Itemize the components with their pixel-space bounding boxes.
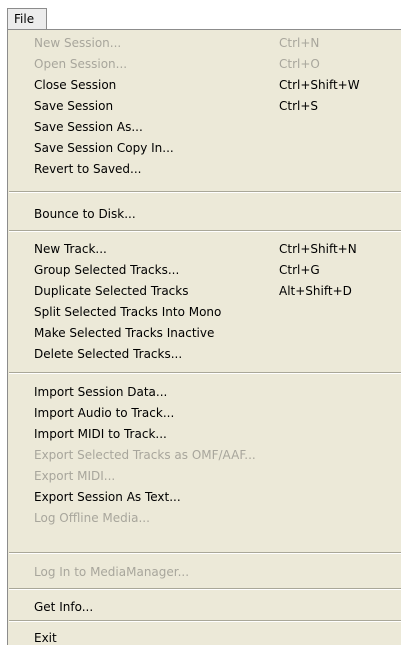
menu-item-label: New Session... <box>34 36 122 50</box>
menu-item-shortcut: Ctrl+N <box>279 36 320 50</box>
menu-item-label: Save Session <box>34 99 114 113</box>
menu-item-export-session-as-text[interactable]: Export Session As Text... <box>8 487 401 508</box>
menu-separator <box>9 230 401 232</box>
menu-item-revert-to-saved[interactable]: Revert to Saved... <box>8 159 401 180</box>
menu-bar: File <box>0 0 401 30</box>
menu-item-open-session[interactable]: Open Session... Ctrl+O <box>8 54 401 75</box>
menu-separator <box>9 552 401 554</box>
menu-item-shortcut: Ctrl+S <box>279 99 319 113</box>
menu-item-shortcut: Ctrl+O <box>279 57 320 71</box>
menu-separator <box>9 588 401 590</box>
menu-item-export-midi[interactable]: Export MIDI... <box>8 466 401 487</box>
menu-item-label: New Track... <box>34 242 107 256</box>
menu-item-shortcut: Ctrl+Shift+N <box>279 242 357 256</box>
menu-item-label: Close Session <box>34 78 117 92</box>
menu-item-label: Import Audio to Track... <box>34 406 175 420</box>
menu-item-shortcut: Ctrl+Shift+W <box>279 78 360 92</box>
menu-item-label: Make Selected Tracks Inactive <box>34 326 215 340</box>
menu-item-label: Log Offline Media... <box>34 511 150 525</box>
menu-item-label: Split Selected Tracks Into Mono <box>34 305 222 319</box>
menu-separator <box>9 372 401 374</box>
menu-item-split-selected-tracks-into-mono[interactable]: Split Selected Tracks Into Mono <box>8 302 401 323</box>
menu-item-save-session[interactable]: Save Session Ctrl+S <box>8 96 401 117</box>
menu-item-get-info[interactable]: Get Info... <box>8 597 401 618</box>
menu-item-save-session-as[interactable]: Save Session As... <box>8 117 401 138</box>
menu-item-label: Bounce to Disk... <box>34 207 136 221</box>
menu-item-label: Delete Selected Tracks... <box>34 347 183 361</box>
menu-item-label: Get Info... <box>34 600 94 614</box>
file-menu-dropdown: New Session... Ctrl+N Open Session... Ct… <box>7 29 401 645</box>
menu-item-label: Export MIDI... <box>34 469 116 483</box>
menu-item-new-track[interactable]: New Track... Ctrl+Shift+N <box>8 239 401 260</box>
menu-item-label: Exit <box>34 631 57 645</box>
menu-item-exit[interactable]: Exit <box>8 628 401 645</box>
menu-item-make-selected-tracks-inactive[interactable]: Make Selected Tracks Inactive <box>8 323 401 344</box>
menu-item-bounce-to-disk[interactable]: Bounce to Disk... <box>8 204 401 225</box>
menu-item-import-audio-to-track[interactable]: Import Audio to Track... <box>8 403 401 424</box>
menu-item-label: Import Session Data... <box>34 385 168 399</box>
menu-item-duplicate-selected-tracks[interactable]: Duplicate Selected Tracks Alt+Shift+D <box>8 281 401 302</box>
menu-item-save-session-copy-in[interactable]: Save Session Copy In... <box>8 138 401 159</box>
menu-item-label: Open Session... <box>34 57 128 71</box>
menu-item-shortcut: Ctrl+G <box>279 263 320 277</box>
menu-item-label: Duplicate Selected Tracks <box>34 284 189 298</box>
menu-item-label: Save Session As... <box>34 120 143 134</box>
file-menu-title[interactable]: File <box>7 8 47 30</box>
menu-item-label: Import MIDI to Track... <box>34 427 167 441</box>
menu-item-group-selected-tracks[interactable]: Group Selected Tracks... Ctrl+G <box>8 260 401 281</box>
menu-item-delete-selected-tracks[interactable]: Delete Selected Tracks... <box>8 344 401 365</box>
menu-separator <box>9 191 401 193</box>
menu-item-label: Revert to Saved... <box>34 162 142 176</box>
menu-item-log-in-to-mediamanager[interactable]: Log In to MediaManager... <box>8 562 401 583</box>
menu-item-import-midi-to-track[interactable]: Import MIDI to Track... <box>8 424 401 445</box>
menu-item-new-session[interactable]: New Session... Ctrl+N <box>8 33 401 54</box>
menu-item-export-selected-tracks-omf-aaf[interactable]: Export Selected Tracks as OMF/AAF... <box>8 445 401 466</box>
menu-item-label: Export Selected Tracks as OMF/AAF... <box>34 448 256 462</box>
menu-separator <box>9 620 401 622</box>
menu-item-label: Group Selected Tracks... <box>34 263 180 277</box>
menu-item-import-session-data[interactable]: Import Session Data... <box>8 382 401 403</box>
menu-item-label: Log In to MediaManager... <box>34 565 190 579</box>
menu-item-close-session[interactable]: Close Session Ctrl+Shift+W <box>8 75 401 96</box>
menu-item-label: Export Session As Text... <box>34 490 181 504</box>
menu-item-log-offline-media[interactable]: Log Offline Media... <box>8 508 401 529</box>
menu-item-label: Save Session Copy In... <box>34 141 174 155</box>
menu-item-shortcut: Alt+Shift+D <box>279 284 352 298</box>
